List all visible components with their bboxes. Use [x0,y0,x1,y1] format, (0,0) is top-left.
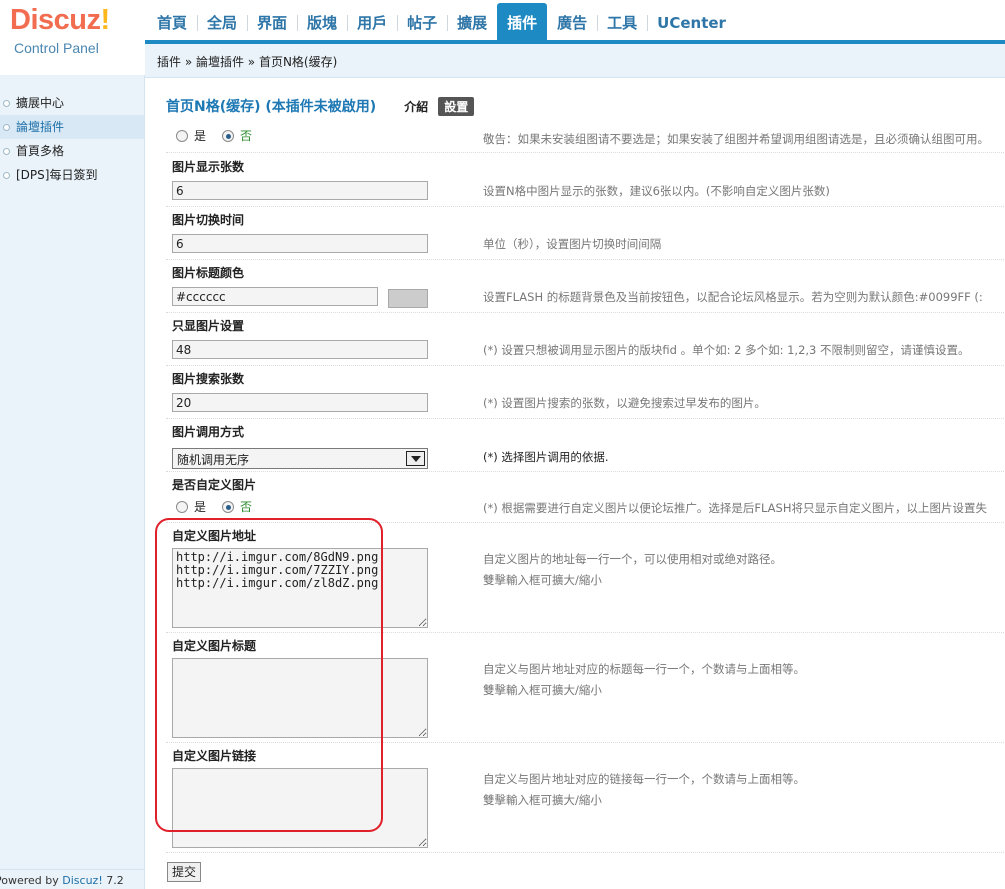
control-panel-label: Control Panel [14,40,99,56]
field-desc: 设置FLASH 的标题背景色及当前按钮色，以配合论坛风格显示。若为空则为默认颜色… [483,290,983,304]
field-label: 只显图片设置 [172,319,245,333]
field-desc: 单位（秒），设置图片切换时间间隔 [483,237,662,251]
field-hint: 雙擊輸入框可擴大/縮小 [483,683,602,697]
group-image-yes-radio[interactable] [176,129,188,142]
nav-posts[interactable]: 帖子 [397,0,447,40]
image-count-input[interactable] [172,181,428,200]
settings-tab[interactable]: 設置 [438,96,475,116]
field-label: 是否自定义图片 [172,478,257,492]
nav-interface[interactable]: 界面 [247,0,297,40]
field-desc: (*) 选择图片调用的依据. [483,450,609,464]
field-desc: 自定义图片的地址每一行一个，可以使用相对或绝对路径。 [483,552,782,566]
field-label: 图片显示张数 [172,160,245,174]
sidebar-item-forum-plugins[interactable]: 論壇插件 [0,115,144,139]
field-row: 图片调用方式 随机调用无序 (*) 选择图片调用的依据. [166,419,1005,472]
submit-button[interactable]: 提交 [167,862,202,882]
nav-plugins[interactable]: 插件 [497,3,548,40]
custom-image-row: 是否自定义图片 是 否 (*) 根据需要进行自定义图片以便论坛推广。选择是后FL… [166,472,1005,523]
field-hint: 雙擊輸入框可擴大/縮小 [483,793,602,807]
logo-area: Discuz! Control Panel [0,0,145,75]
sidebar-item-daily-signin[interactable]: [DPS]每日簽到 [0,163,144,187]
custom-image-radio-group: 是 否 [176,498,268,515]
title-color-input[interactable] [172,287,378,306]
field-row: 图片切换时间 单位（秒），设置图片切换时间间隔 [166,207,1005,260]
field-desc: 设置N格中图片显示的张数，建议6张以内。(不影响自定义图片张数) [483,184,830,198]
group-image-no-radio[interactable] [222,129,235,142]
field-label: 图片调用方式 [172,425,245,439]
switch-time-input[interactable] [172,234,428,253]
group-image-desc: 敬告：如果未安装组图请不要选是；如果安装了组图并希望调用组图请选是，且必须确认组… [483,132,989,146]
field-row: 图片搜索张数 (*) 设置图片搜索的张数，以避免搜索过早发布的图片。 [166,366,1005,419]
intro-link[interactable]: 介紹 [404,98,428,115]
powered-by: Powered by Discuz! 7.2 [0,869,145,887]
search-count-input[interactable] [172,393,428,412]
field-row: 图片显示张数 设置N格中图片显示的张数，建议6张以内。(不影响自定义图片张数) [166,154,1005,207]
field-label: 图片搜索张数 [172,372,245,386]
sidebar-item-multi-grid[interactable]: 首頁多格 [0,139,144,163]
nav-home[interactable]: 首頁 [147,0,197,40]
top-navigation: 首頁 全局 界面 版塊 用戶 帖子 擴展 插件 廣告 工具 UCenter [145,0,1005,44]
field-row: 图片标题颜色 设置FLASH 的标题背景色及当前按钮色，以配合论坛风格显示。若为… [166,260,1005,313]
field-row: 只显图片设置 (*) 设置只想被调用显示图片的版块fid 。单个如: 2 多个如… [166,313,1005,366]
chevron-down-icon[interactable] [406,451,425,466]
field-desc: (*) 设置只想被调用显示图片的版块fid 。单个如: 2 多个如: 1,2,3… [483,343,970,357]
nav-global[interactable]: 全局 [197,0,247,40]
field-desc: (*) 根据需要进行自定义图片以便论坛推广。选择是后FLASH将只显示自定义图片… [483,501,987,515]
field-hint: 雙擊輸入框可擴大/縮小 [483,573,602,587]
custom-image-no-radio[interactable] [222,500,235,513]
field-label: 图片标题颜色 [172,266,245,280]
nav-forums[interactable]: 版塊 [297,0,347,40]
nav-ucenter[interactable]: UCenter [647,0,736,40]
field-desc: (*) 设置图片搜索的张数，以避免搜索过早发布的图片。 [483,396,766,410]
color-swatch[interactable] [388,289,428,308]
nav-extensions[interactable]: 擴展 [447,0,497,40]
page-title-row: 首页N格(缓存) (本插件未被啟用) 介紹 設置 [166,95,475,117]
field-label: 图片切换时间 [172,213,245,227]
forum-fid-input[interactable] [172,340,428,359]
powered-brand-link[interactable]: Discuz! [62,874,102,887]
field-desc: 自定义与图片地址对应的链接每一行一个，个数请与上面相等。 [483,772,805,786]
nav-ads[interactable]: 廣告 [547,0,597,40]
breadcrumb: 插件 » 論壇插件 » 首页N格(缓存) [145,44,1005,78]
call-method-select[interactable]: 随机调用无序 [172,448,428,469]
group-image-row: 是 否 敬告：如果未安装组图请不要选是；如果安装了组图并希望调用组图请选是，且必… [166,125,1005,153]
custom-image-yes-radio[interactable] [176,500,188,513]
sidebar-item-extension-center[interactable]: 擴展中心 [0,91,144,115]
page-title: 首页N格(缓存) (本插件未被啟用) [166,99,377,115]
discuz-logo[interactable]: Discuz! [10,4,110,37]
nav-users[interactable]: 用戶 [347,0,397,40]
group-image-radio-group: 是 否 [176,127,268,144]
sidebar: 擴展中心 論壇插件 首頁多格 [DPS]每日簽到 Powered by Disc… [0,75,145,889]
annotation-highlight [155,518,383,832]
field-desc: 自定义与图片地址对应的标题每一行一个，个数请与上面相等。 [483,662,805,676]
nav-tools[interactable]: 工具 [597,0,647,40]
